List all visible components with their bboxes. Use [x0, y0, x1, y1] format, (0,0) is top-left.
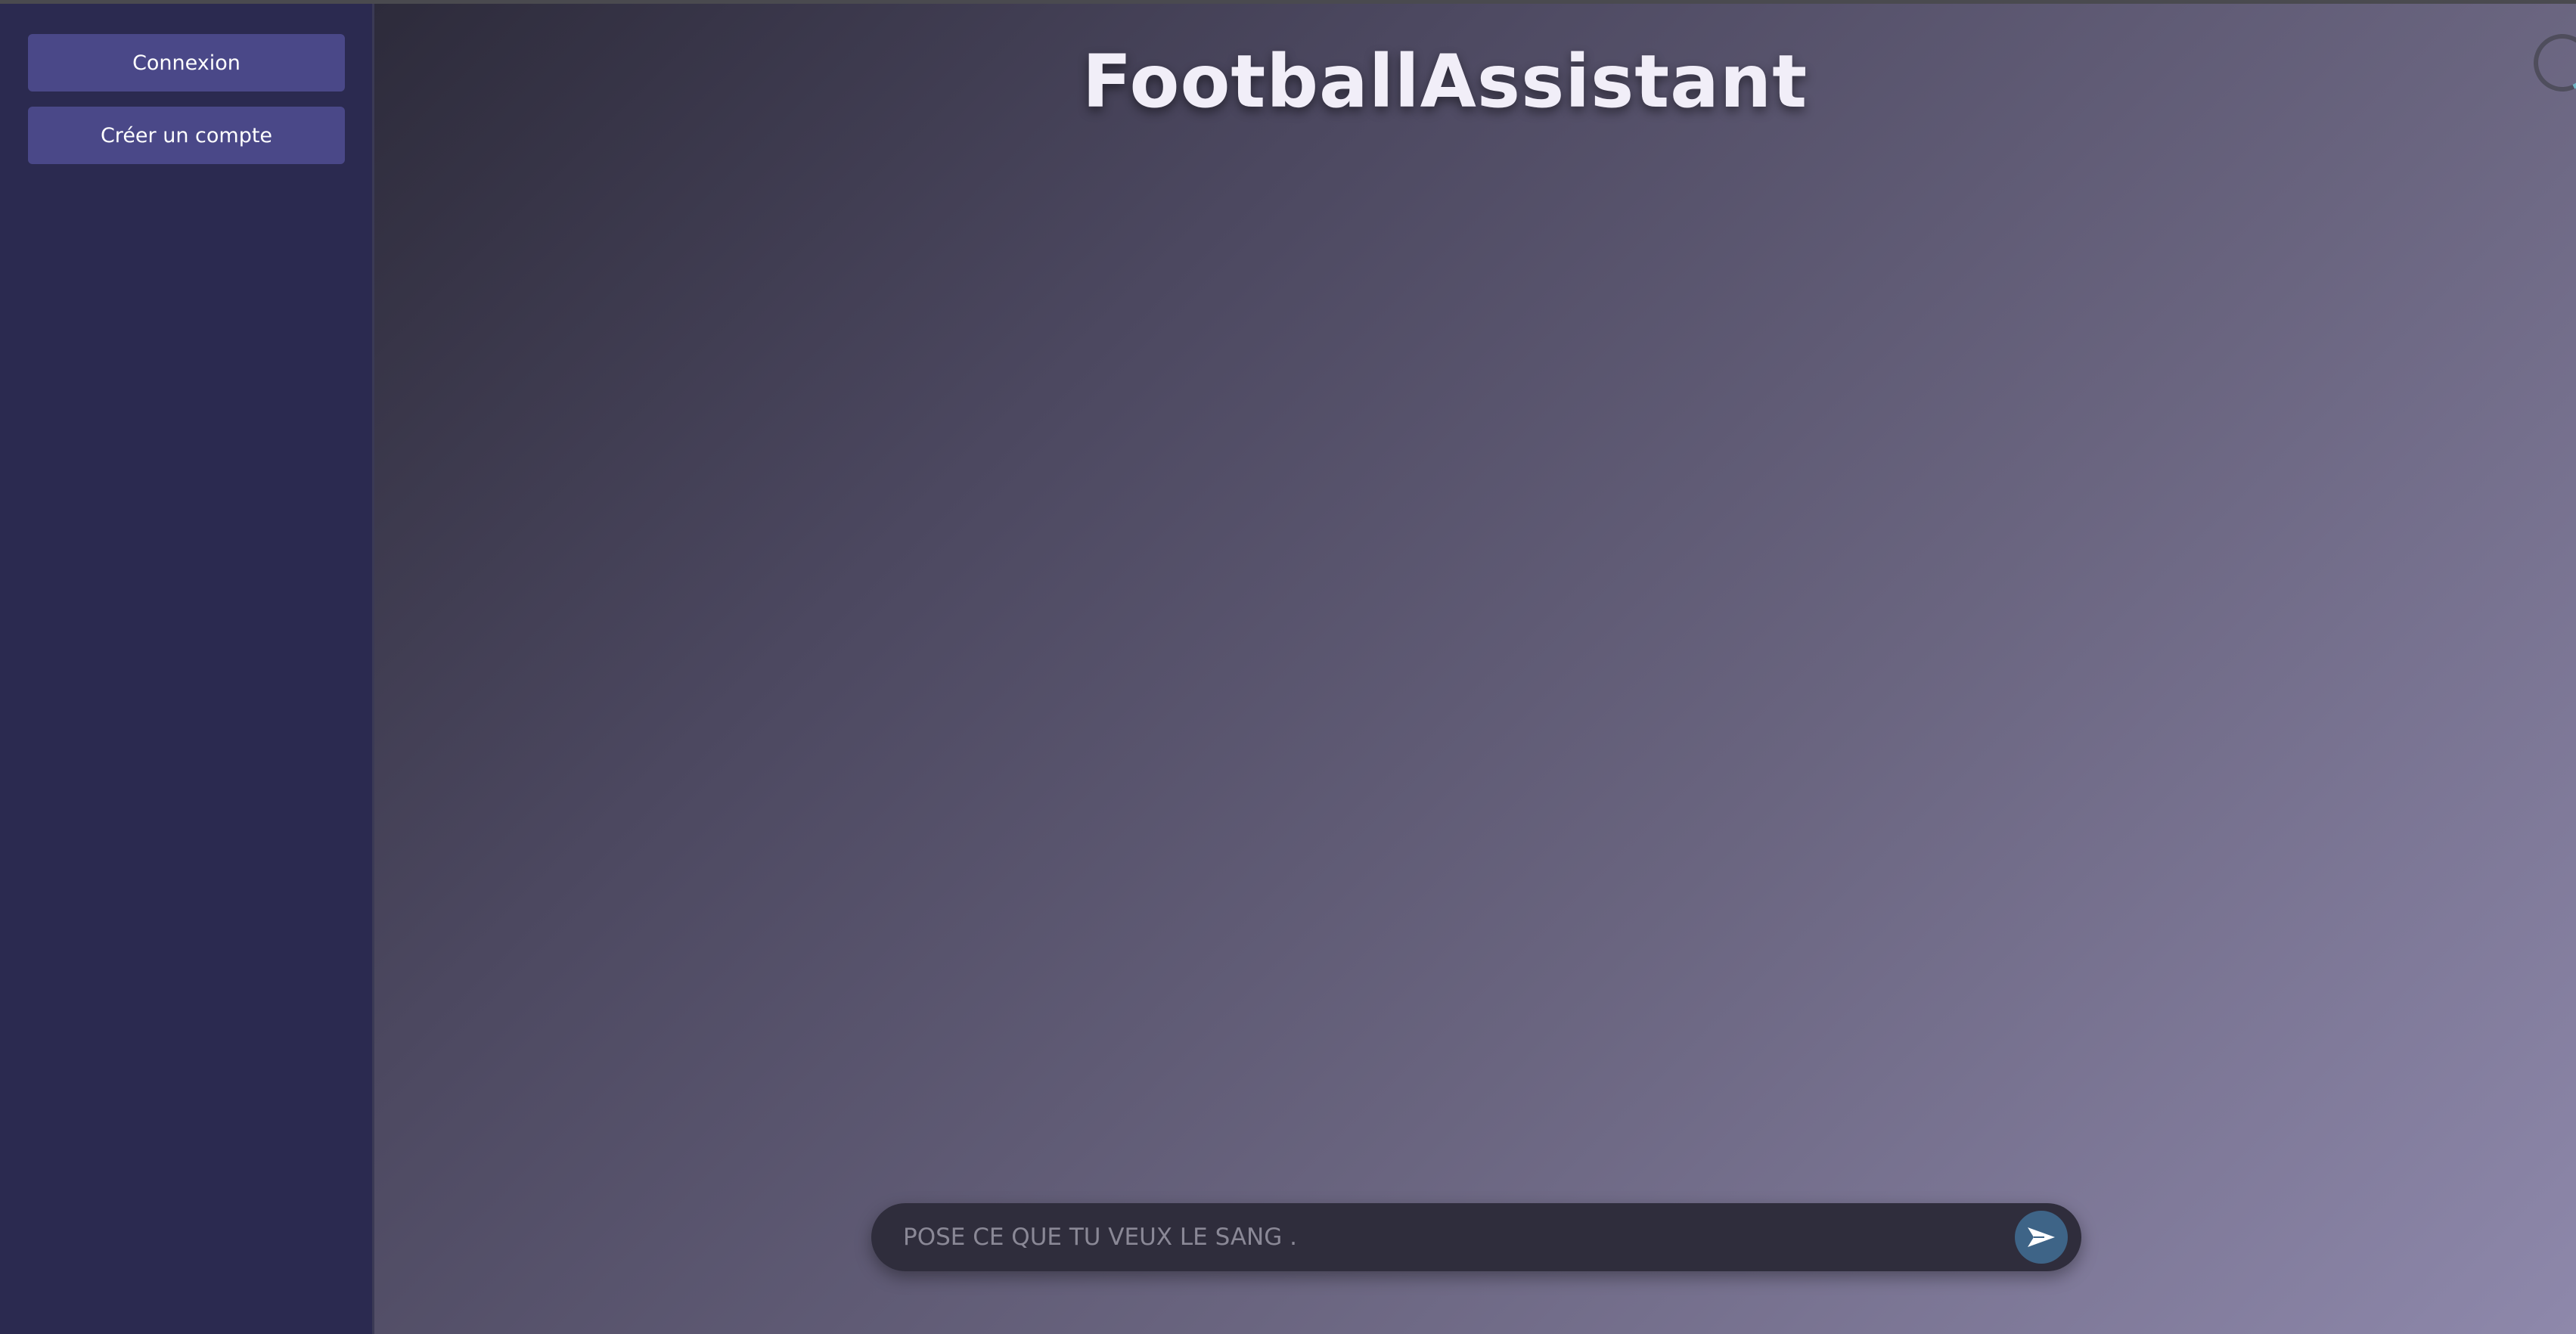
chat-input[interactable] [902, 1214, 2015, 1261]
chat-input-bar [871, 1203, 2081, 1271]
login-button[interactable]: Connexion [28, 34, 345, 92]
window-top-border [0, 0, 2576, 4]
sidebar: Connexion Créer un compte [0, 4, 374, 1334]
main-panel: FootballAssistant [374, 4, 2576, 1334]
page-title: FootballAssistant [1082, 39, 1808, 124]
send-button[interactable] [2015, 1211, 2068, 1264]
create-account-button[interactable]: Créer un compte [28, 107, 345, 164]
send-icon [2026, 1226, 2056, 1249]
loading-spinner-icon [2525, 26, 2576, 100]
app-root: Connexion Créer un compte FootballAssist… [0, 4, 2576, 1334]
